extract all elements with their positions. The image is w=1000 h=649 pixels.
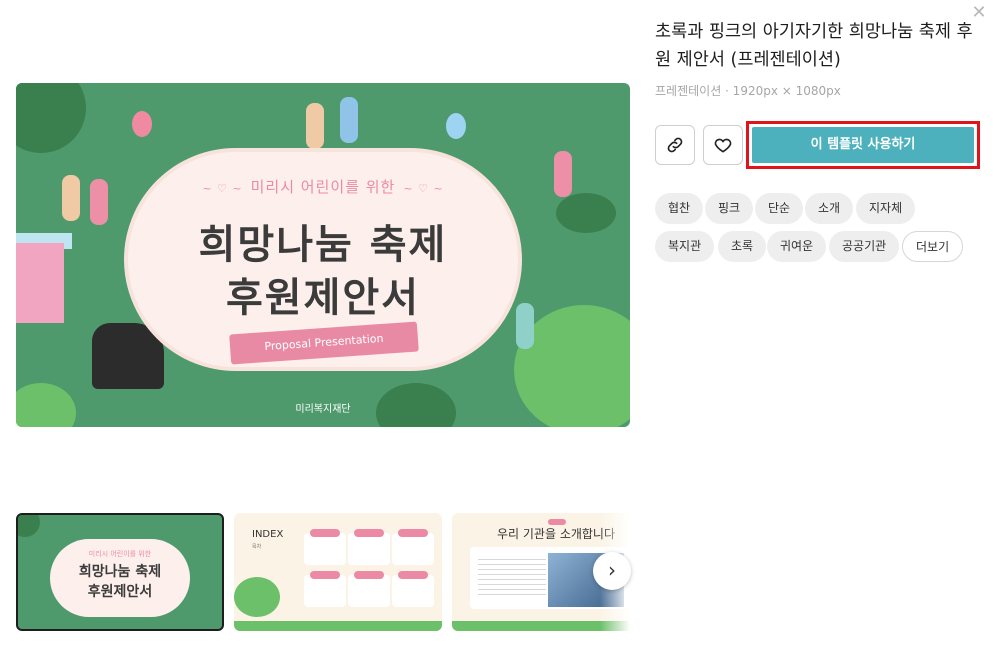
tag-item[interactable]: 핑크 xyxy=(705,193,754,224)
preview-ribbon: Proposal Presentation xyxy=(229,321,419,365)
index-card xyxy=(392,571,434,607)
thumb-ground xyxy=(234,621,442,631)
thumb-title-card: 미리시 어린이를 위한 희망나눔 축제 후원제안서 xyxy=(50,539,190,617)
flutist-figure xyxy=(516,303,534,349)
thumb-tree xyxy=(18,515,40,537)
pink-balloon xyxy=(132,111,152,137)
thumb-subtitle: 미리시 어린이를 위한 xyxy=(88,550,152,558)
tag-item[interactable]: 지자체 xyxy=(856,193,916,224)
index-card xyxy=(348,529,390,565)
preview-subtitle: 미리시 어린이를 위한 xyxy=(128,176,518,197)
blue-balloon xyxy=(446,113,466,139)
index-card xyxy=(304,529,346,565)
violinist-figure xyxy=(90,179,108,225)
next-thumbnail-button[interactable]: › xyxy=(593,552,631,590)
thumb-text-lines xyxy=(478,555,546,599)
thumbnail-slide-1[interactable]: 미리시 어린이를 위한 희망나눔 축제 후원제안서 xyxy=(16,513,224,631)
index-card xyxy=(348,571,390,607)
tag-item[interactable]: 단순 xyxy=(755,193,804,224)
template-title: 초록과 핑크의 아기자기한 희망나눔 축제 후원 제안서 (프레젠테이션) xyxy=(655,22,973,70)
title-card: 미리시 어린이를 위한 희망나눔 축제 후원제안서 Proposal Prese… xyxy=(124,148,522,371)
bush-right xyxy=(556,193,616,233)
drummer-figure xyxy=(306,103,324,149)
tag-item[interactable]: 초록 xyxy=(718,231,767,262)
favorite-button[interactable] xyxy=(703,125,743,165)
use-template-highlight: 이 템플릿 사용하기 xyxy=(746,121,980,169)
thumb-tree xyxy=(234,577,280,617)
more-tags-button[interactable]: 더보기 xyxy=(902,231,964,262)
preview-title-line2: 후원제안서 xyxy=(226,275,420,321)
thumbnail-slide-2[interactable]: INDEX 목차 xyxy=(234,513,442,631)
preview-title-line1: 희망나눔 축제 xyxy=(198,222,448,268)
use-template-button[interactable]: 이 템플릿 사용하기 xyxy=(752,127,974,163)
thumbnail-strip: 미리시 어린이를 위한 희망나눔 축제 후원제안서 INDEX 목차 우리 기관… xyxy=(16,513,630,633)
tag-item[interactable]: 소개 xyxy=(805,193,854,224)
stall xyxy=(16,243,64,323)
tag-item[interactable]: 협찬 xyxy=(655,193,704,224)
preview-org: 미리복지재단 xyxy=(295,404,351,415)
thumb-index-sub: 목차 xyxy=(252,544,262,550)
thumb-title-line1: 희망나눔 축제 xyxy=(78,564,162,580)
copy-link-button[interactable] xyxy=(655,125,695,165)
index-card xyxy=(304,571,346,607)
link-icon xyxy=(667,137,683,153)
template-meta: 프레젠테이션 · 1920px × 1080px xyxy=(655,84,841,98)
index-card xyxy=(392,529,434,565)
tag-item[interactable]: 복지관 xyxy=(655,231,715,262)
chevron-right-icon: › xyxy=(608,558,616,582)
trumpeter-figure xyxy=(554,151,572,197)
thumb-index-title: INDEX xyxy=(252,529,284,540)
thumb-title-line2: 후원제안서 xyxy=(87,584,153,600)
cellist-figure xyxy=(62,175,80,221)
tag-item[interactable]: 공공기관 xyxy=(829,231,900,262)
tag-item[interactable]: 귀여운 xyxy=(767,231,827,262)
template-preview: 미리시 어린이를 위한 희망나눔 축제 후원제안서 Proposal Prese… xyxy=(16,83,630,427)
tree-top-left xyxy=(16,83,86,153)
heart-icon xyxy=(714,138,732,153)
dancer-figure xyxy=(340,97,358,143)
